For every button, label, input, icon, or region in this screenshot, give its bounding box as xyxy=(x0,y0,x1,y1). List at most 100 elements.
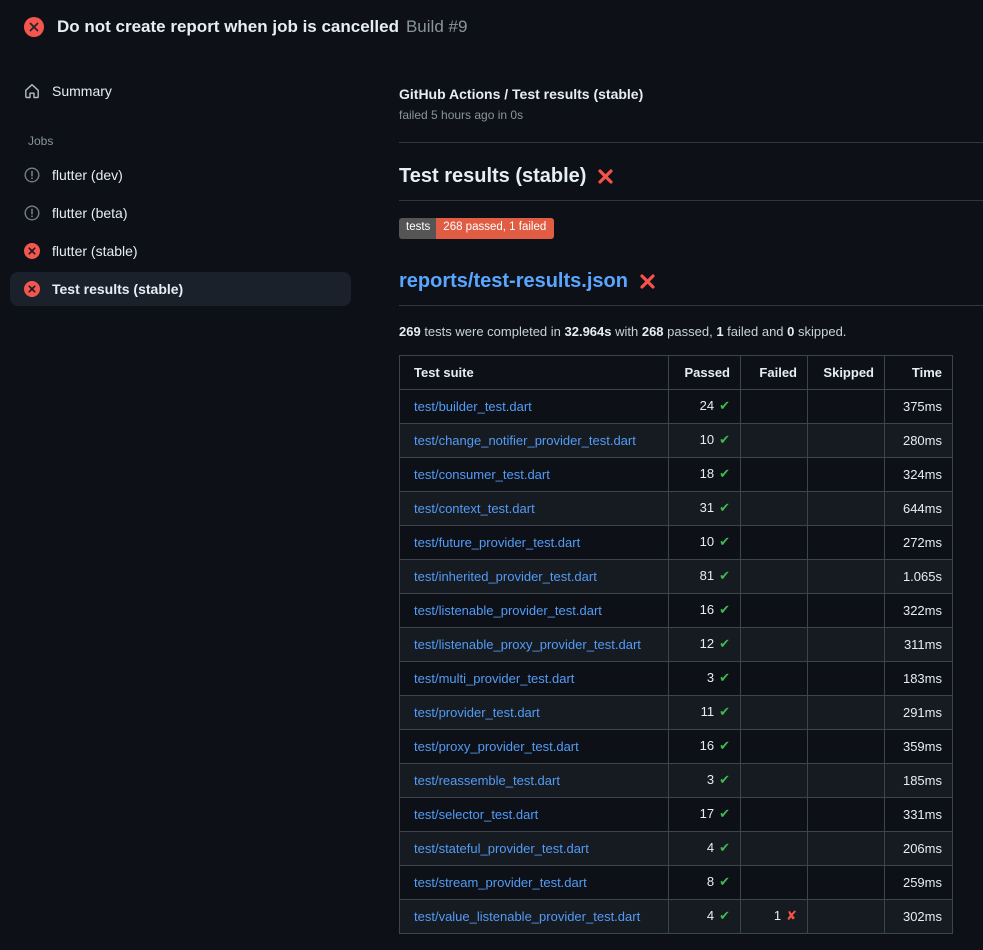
test-suite-link[interactable]: test/future_provider_test.dart xyxy=(414,535,580,550)
results-table-body: test/builder_test.dart 24✔ 375ms test/chang… xyxy=(400,389,953,933)
failed-count-cell xyxy=(741,423,808,457)
sidebar-job-item[interactable]: flutter (stable) xyxy=(10,234,351,268)
test-suite-cell: test/inherited_provider_test.dart xyxy=(400,559,669,593)
test-suite-link[interactable]: test/proxy_provider_test.dart xyxy=(414,739,579,754)
test-suite-cell: test/stateful_provider_test.dart xyxy=(400,831,669,865)
test-suite-link[interactable]: test/change_notifier_provider_test.dart xyxy=(414,433,636,448)
table-row: test/listenable_proxy_provider_test.dart… xyxy=(400,627,953,661)
cancelled-icon xyxy=(24,167,40,183)
skipped-count-cell xyxy=(808,797,885,831)
home-icon xyxy=(24,83,40,99)
sidebar: Summary Jobs flutter (dev) flutter (beta)… xyxy=(0,50,399,306)
total-count: 269 xyxy=(399,324,421,339)
sidebar-item-label: Test results (stable) xyxy=(52,281,183,297)
skipped-count-cell xyxy=(808,457,885,491)
col-header-passed: Passed xyxy=(669,355,741,389)
table-row: test/stream_provider_test.dart8✔259ms xyxy=(400,865,953,899)
jobs-section-label: Jobs xyxy=(10,108,351,158)
failed-count-cell: 1✘ xyxy=(741,899,808,933)
col-header-failed: Failed xyxy=(741,355,808,389)
test-suite-cell: test/future_provider_test.dart xyxy=(400,525,669,559)
failed-count-cell xyxy=(741,559,808,593)
sidebar-item-summary[interactable]: Summary xyxy=(10,74,351,108)
check-icon: ✔ xyxy=(719,670,730,685)
time-cell: 375ms xyxy=(885,389,953,423)
failed-icon xyxy=(24,281,40,297)
skipped-count-cell xyxy=(808,559,885,593)
table-row: test/reassemble_test.dart3✔185ms xyxy=(400,763,953,797)
failed-count-cell xyxy=(741,695,808,729)
test-suite-link[interactable]: test/stream_provider_test.dart xyxy=(414,875,587,890)
run-status-text: failed 5 hours ago in 0s xyxy=(399,108,983,122)
test-suite-link[interactable]: test/context_test.dart xyxy=(414,501,535,516)
failed-count-cell xyxy=(741,797,808,831)
sidebar-job-item[interactable]: flutter (beta) xyxy=(10,196,351,230)
page-header: Do not create report when job is cancell… xyxy=(0,0,983,50)
check-icon: ✔ xyxy=(719,772,730,787)
test-suite-cell: test/value_listenable_provider_test.dart xyxy=(400,899,669,933)
time-cell: 183ms xyxy=(885,661,953,695)
time-cell: 280ms xyxy=(885,423,953,457)
sidebar-item-label: flutter (beta) xyxy=(52,205,127,221)
table-row: test/value_listenable_provider_test.dart… xyxy=(400,899,953,933)
x-icon: ✘ xyxy=(786,908,797,923)
passed-count-cell: 12✔ xyxy=(669,627,741,661)
table-row: test/selector_test.dart17✔331ms xyxy=(400,797,953,831)
report-file-link[interactable]: reports/test-results.json xyxy=(399,270,983,293)
check-icon: ✔ xyxy=(719,738,730,753)
check-icon: ✔ xyxy=(719,806,730,821)
passed-count-cell: 31✔ xyxy=(669,491,741,525)
time-cell: 272ms xyxy=(885,525,953,559)
test-suite-link[interactable]: test/reassemble_test.dart xyxy=(414,773,560,788)
time-cell: 644ms xyxy=(885,491,953,525)
col-header-skipped: Skipped xyxy=(808,355,885,389)
sidebar-job-item[interactable]: Test results (stable) xyxy=(10,272,351,306)
build-number: Build #9 xyxy=(406,17,467,37)
test-suite-cell: test/listenable_provider_test.dart xyxy=(400,593,669,627)
test-suite-link[interactable]: test/inherited_provider_test.dart xyxy=(414,569,597,584)
failed-icon xyxy=(24,243,40,259)
col-header-time: Time xyxy=(885,355,953,389)
test-suite-link[interactable]: test/value_listenable_provider_test.dart xyxy=(414,909,640,924)
skipped-count-cell xyxy=(808,423,885,457)
test-suite-link[interactable]: test/multi_provider_test.dart xyxy=(414,671,574,686)
test-suite-link[interactable]: test/stateful_provider_test.dart xyxy=(414,841,589,856)
passed-count-cell: 81✔ xyxy=(669,559,741,593)
skipped-count-cell xyxy=(808,865,885,899)
passed-count-cell: 3✔ xyxy=(669,661,741,695)
failed-count-cell xyxy=(741,831,808,865)
test-results-table: Test suite Passed Failed Skipped Time te… xyxy=(399,355,953,934)
test-suite-link[interactable]: test/builder_test.dart xyxy=(414,399,532,414)
test-suite-link[interactable]: test/selector_test.dart xyxy=(414,807,538,822)
skipped-count-cell xyxy=(808,525,885,559)
time-cell: 259ms xyxy=(885,865,953,899)
summary-text: with xyxy=(612,324,642,339)
time-cell: 1.065s xyxy=(885,559,953,593)
failed-count-cell xyxy=(741,593,808,627)
table-row: test/future_provider_test.dart10✔272ms xyxy=(400,525,953,559)
test-suite-link[interactable]: test/listenable_provider_test.dart xyxy=(414,603,602,618)
sidebar-item-label: Summary xyxy=(52,83,112,99)
test-suite-cell: test/reassemble_test.dart xyxy=(400,763,669,797)
passed-count-cell: 16✔ xyxy=(669,593,741,627)
passed-count-cell: 24✔ xyxy=(669,389,741,423)
skipped-count-cell xyxy=(808,899,885,933)
summary-text: skipped. xyxy=(794,324,846,339)
failed-status-icon xyxy=(24,17,44,37)
time-cell: 291ms xyxy=(885,695,953,729)
test-suite-link[interactable]: test/listenable_proxy_provider_test.dart xyxy=(414,637,641,652)
failed-count-cell xyxy=(741,627,808,661)
sidebar-item-label: flutter (dev) xyxy=(52,167,123,183)
skipped-count-cell xyxy=(808,627,885,661)
results-summary-text: 269 tests were completed in 32.964s with… xyxy=(399,324,983,339)
check-icon: ✔ xyxy=(719,636,730,651)
sidebar-job-item[interactable]: flutter (dev) xyxy=(10,158,351,192)
test-suite-link[interactable]: test/provider_test.dart xyxy=(414,705,540,720)
check-icon: ✔ xyxy=(719,466,730,481)
test-suite-link[interactable]: test/consumer_test.dart xyxy=(414,467,550,482)
test-suite-cell: test/provider_test.dart xyxy=(400,695,669,729)
table-row: test/builder_test.dart 24✔ 375ms xyxy=(400,389,953,423)
summary-text: passed, xyxy=(664,324,717,339)
failure-x-icon xyxy=(639,273,656,290)
skipped-count-cell xyxy=(808,661,885,695)
